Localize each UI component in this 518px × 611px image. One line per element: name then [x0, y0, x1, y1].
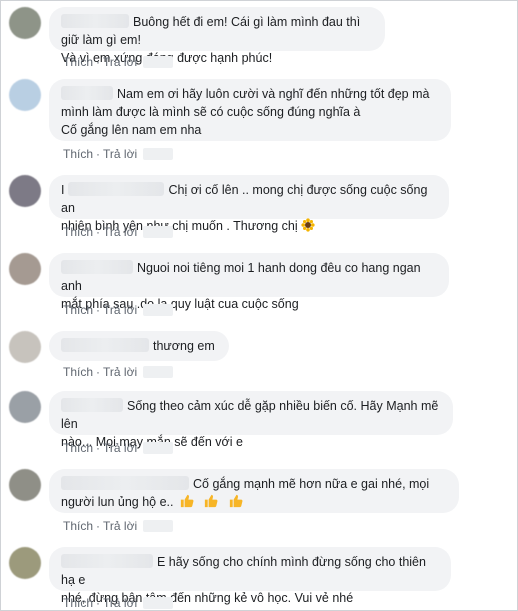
commenter-name-redacted[interactable]	[61, 338, 149, 352]
timestamp-redacted[interactable]	[143, 226, 174, 238]
commenter-name-redacted[interactable]	[61, 476, 189, 490]
sunflower-emoji	[301, 218, 315, 232]
like-button[interactable]: Thích	[63, 365, 93, 379]
comment-bubble: Sống theo cảm xúc dễ gặp nhiều biến cố. …	[49, 391, 453, 449]
commenter-name-redacted[interactable]	[61, 14, 129, 28]
avatar[interactable]	[9, 253, 41, 285]
comment-actions: Thích · Trả lời	[63, 55, 174, 69]
timestamp-redacted[interactable]	[143, 520, 174, 532]
commenter-name-redacted[interactable]	[68, 182, 165, 196]
like-button[interactable]: Thích	[63, 441, 93, 455]
reply-button[interactable]: Trả lời	[103, 596, 137, 610]
reply-button[interactable]: Trả lời	[103, 55, 137, 69]
comment-bubble: Nam em ơi hãy luôn cười và nghĩ đến nhữn…	[49, 79, 451, 141]
comment-bubble: Buông hết đi em! Cái gì làm mình đau thì…	[49, 7, 385, 65]
thumbs-up-emoji	[180, 494, 194, 508]
comment-bubble: E hãy sống cho chính mình đừng sống cho …	[49, 547, 451, 605]
timestamp-redacted[interactable]	[143, 56, 174, 68]
comment-bubble: I Chị ơi cố lên .. mong chị được sống cuộ…	[49, 175, 449, 233]
commenter-name-redacted[interactable]	[61, 554, 153, 568]
comment-text-line: thương em	[153, 339, 215, 353]
comment-actions: Thích · Trả lời	[63, 303, 174, 317]
comment-text-line: Cố gắng mạnh mẽ hơn nữa e gai nhé, mọi	[193, 477, 430, 491]
reply-button[interactable]: Trả lời	[103, 147, 137, 161]
timestamp-redacted[interactable]	[143, 597, 174, 609]
reply-button[interactable]: Trả lời	[103, 365, 137, 379]
timestamp-redacted[interactable]	[143, 366, 174, 378]
timestamp-redacted[interactable]	[143, 442, 174, 454]
timestamp-redacted[interactable]	[143, 148, 174, 160]
comment-bubble: Cố gắng mạnh mẽ hơn nữa e gai nhé, mọi n…	[49, 469, 459, 513]
comment-actions: Thích · Trả lời	[63, 519, 174, 533]
commenter-name-redacted[interactable]	[61, 260, 133, 274]
like-button[interactable]: Thích	[63, 519, 93, 533]
avatar[interactable]	[9, 175, 41, 207]
avatar[interactable]	[9, 469, 41, 501]
comment-actions: Thích · Trả lời	[63, 441, 174, 455]
comment-actions: Thích · Trả lời	[63, 225, 174, 239]
reply-button[interactable]: Trả lời	[103, 303, 137, 317]
commenter-name-redacted[interactable]	[61, 398, 123, 412]
like-button[interactable]: Thích	[63, 596, 93, 610]
thumbs-up-emoji-group	[179, 494, 243, 509]
commenter-name-redacted[interactable]	[61, 86, 113, 100]
comment-bubble: thương em	[49, 331, 229, 361]
thumbs-up-emoji	[205, 494, 218, 508]
avatar[interactable]	[9, 79, 41, 111]
comment-actions: Thích · Trả lời	[63, 596, 174, 610]
comment-actions: Thích · Trả lời	[63, 365, 174, 379]
reply-button[interactable]: Trả lời	[103, 441, 137, 455]
avatar[interactable]	[9, 547, 41, 579]
comment-bubble: Nguoi noi tiêng moi 1 hanh dong đêu co h…	[49, 253, 449, 311]
reply-button[interactable]: Trả lời	[103, 225, 137, 239]
comments-panel: Buông hết đi em! Cái gì làm mình đau thì…	[0, 0, 518, 611]
comment-text-line: Cố gắng lên nam em nha	[61, 123, 202, 137]
like-button[interactable]: Thích	[63, 55, 93, 69]
avatar[interactable]	[9, 7, 41, 39]
like-button[interactable]: Thích	[63, 225, 93, 239]
comment-text-line: người lun ủng hộ e..	[61, 495, 174, 509]
commenter-initial: I	[61, 183, 65, 197]
timestamp-redacted[interactable]	[143, 304, 174, 316]
avatar[interactable]	[9, 391, 41, 423]
thumbs-up-emoji	[229, 494, 243, 508]
comment-text-line: mình làm được là mình sẽ có cuộc sống đú…	[61, 105, 361, 119]
avatar[interactable]	[9, 331, 41, 363]
like-button[interactable]: Thích	[63, 303, 93, 317]
comment-text-line: Nam em ơi hãy luôn cười và nghĩ đến nhữn…	[117, 87, 430, 101]
comment-actions: Thích · Trả lời	[63, 147, 174, 161]
reply-button[interactable]: Trả lời	[103, 519, 137, 533]
like-button[interactable]: Thích	[63, 147, 93, 161]
